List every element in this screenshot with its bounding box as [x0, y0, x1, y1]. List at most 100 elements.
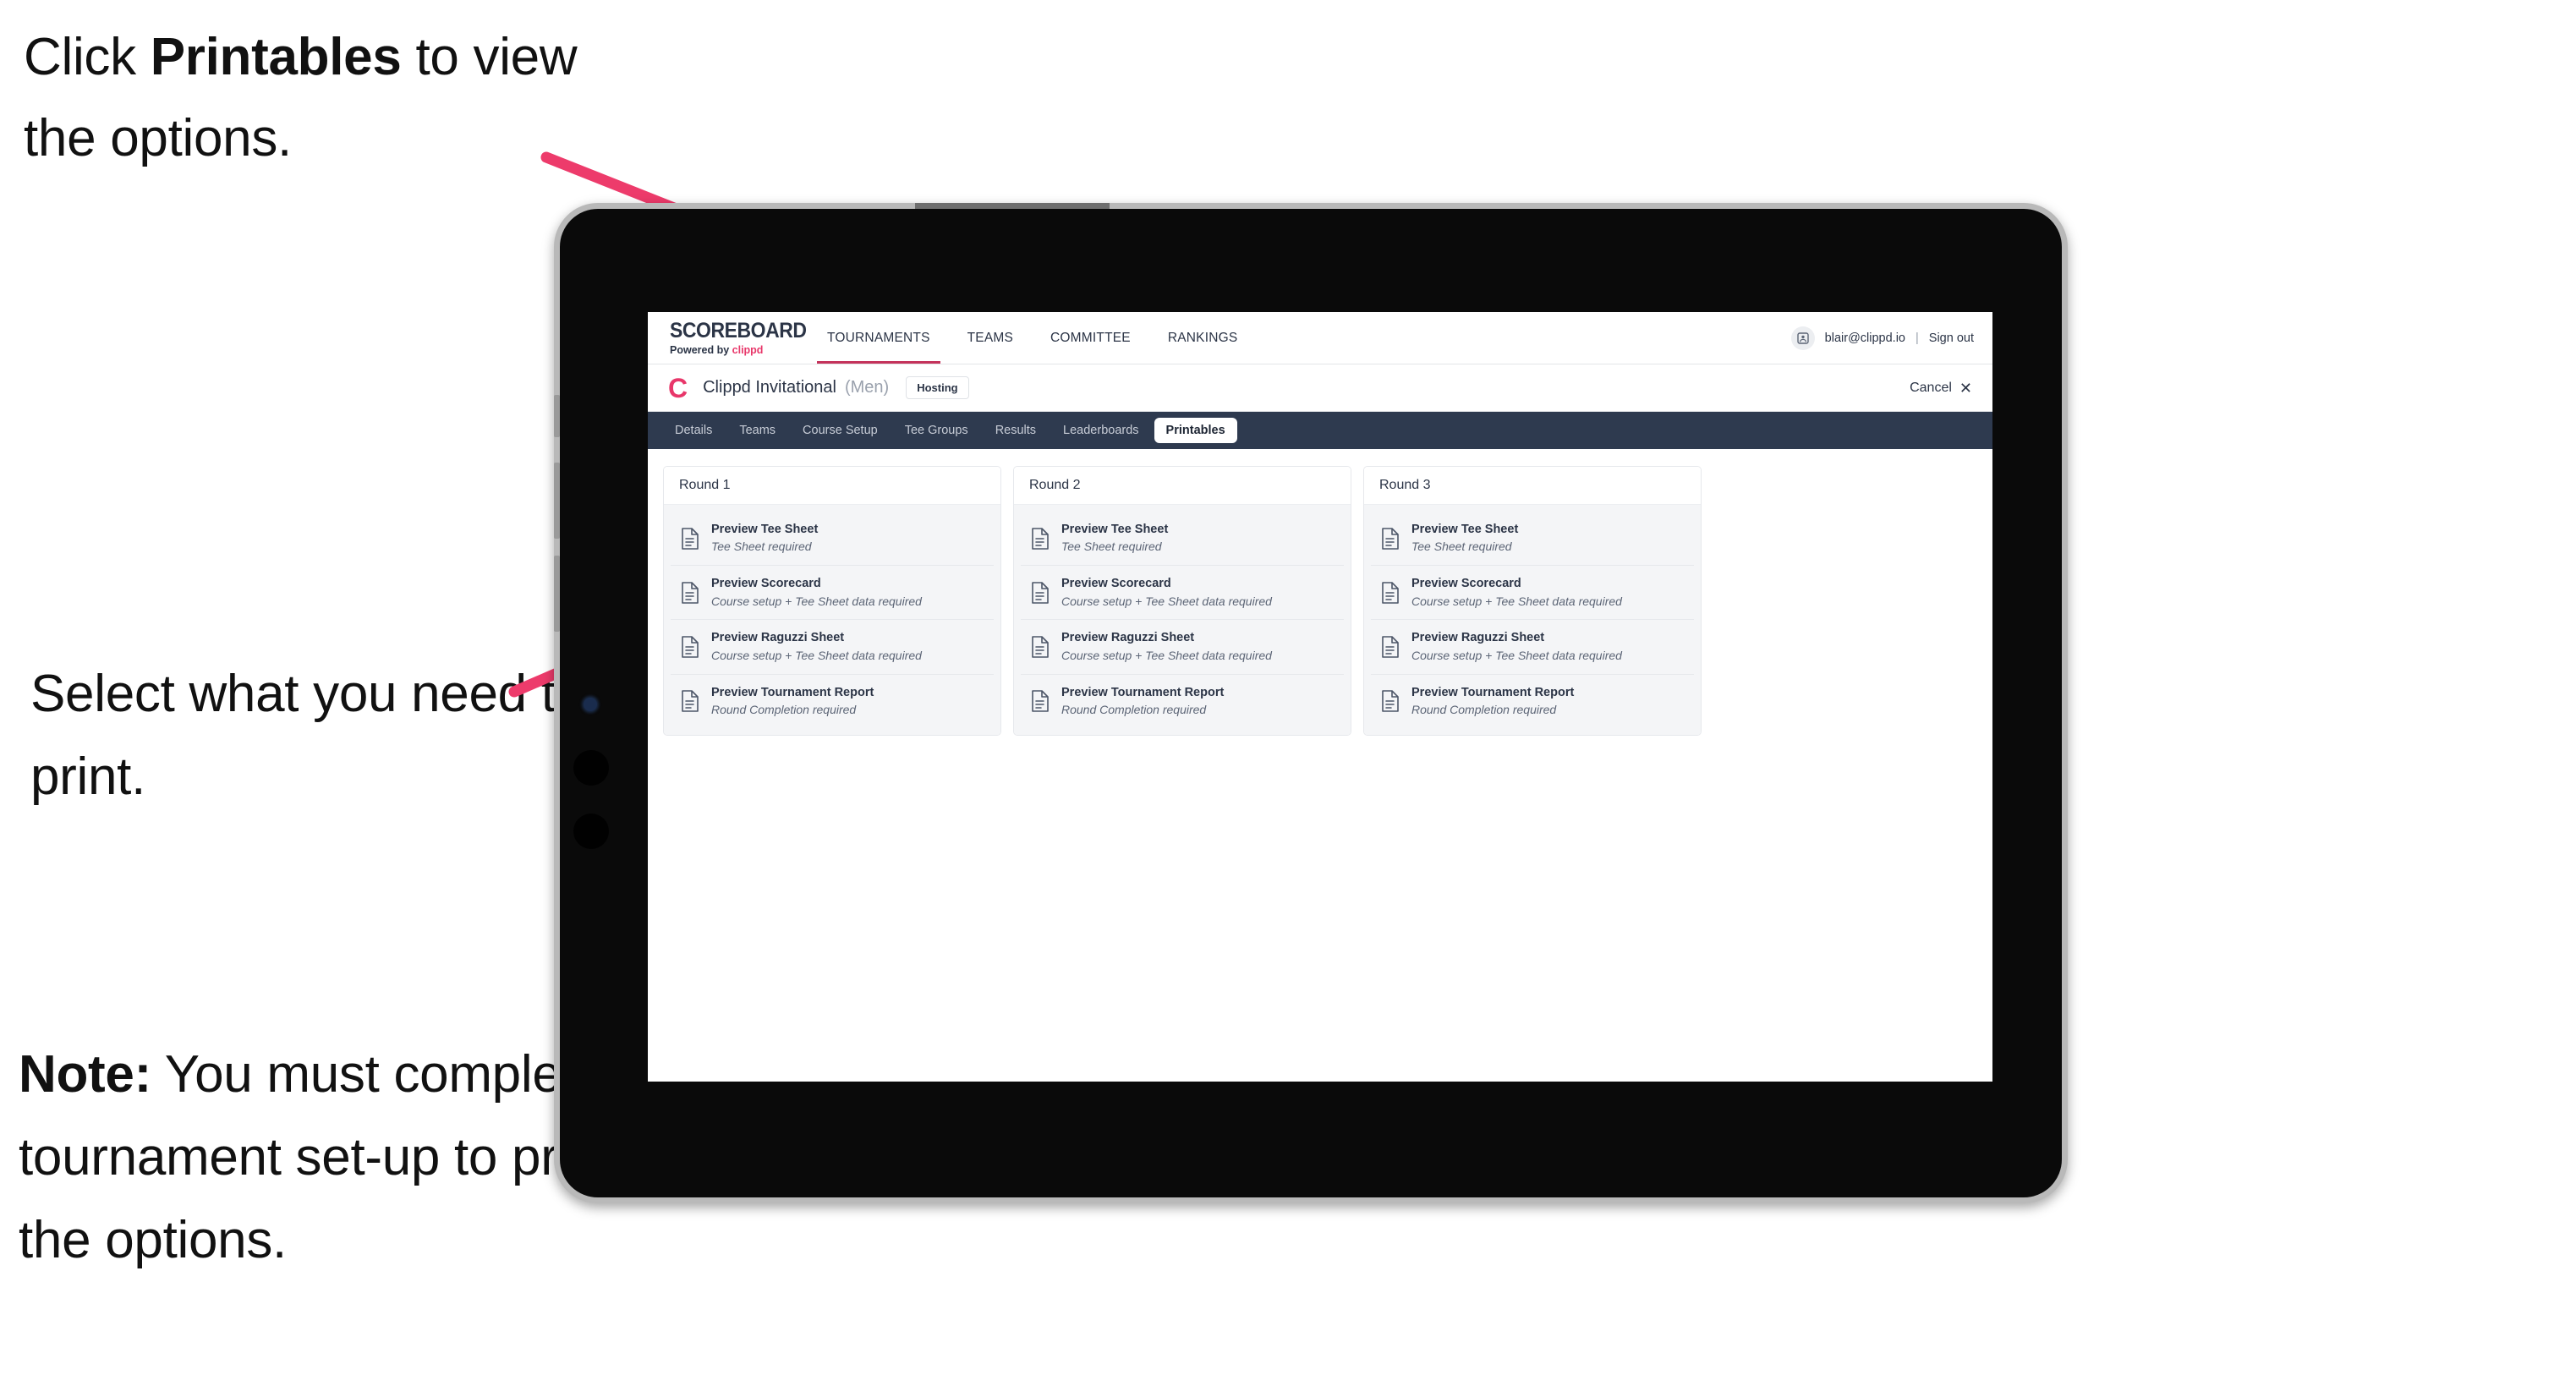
account-separator: | — [1916, 331, 1919, 345]
document-icon — [1032, 690, 1049, 712]
list-item-text: Preview Tournament Report Round Completi… — [711, 686, 874, 717]
list-item-title: Preview Scorecard — [1411, 577, 1521, 591]
list-item-text: Preview Tournament Report Round Completi… — [1061, 686, 1224, 717]
cancel-label: Cancel — [1910, 380, 1952, 395]
list-item-title: Preview Scorecard — [711, 577, 821, 591]
list-item[interactable]: Preview Scorecard Course setup + Tee She… — [1371, 566, 1694, 621]
brand-powered-prefix: Powered by — [670, 343, 732, 356]
tab-leaderboards[interactable]: Leaderboards — [1051, 418, 1151, 443]
printables-content: Round 1 Preview Tee Sheet Tee Sheet requ… — [648, 449, 1992, 1082]
document-icon — [1382, 690, 1399, 712]
topnav-item-teams[interactable]: TEAMS — [949, 312, 1032, 364]
list-item-text: Preview Raguzzi Sheet Course setup + Tee… — [711, 631, 922, 662]
list-item[interactable]: Preview Raguzzi Sheet Course setup + Tee… — [1371, 620, 1694, 675]
top-navigation-bar: SCOREBOARD Powered by clippd TOURNAMENTS… — [648, 312, 1992, 364]
list-item-subtitle: Course setup + Tee Sheet data required — [711, 648, 922, 662]
round-1-header: Round 1 — [664, 467, 1000, 505]
round-card-1: Round 1 Preview Tee Sheet Tee Sheet requ… — [663, 466, 1001, 736]
list-item-text: Preview Scorecard Course setup + Tee She… — [1061, 577, 1272, 608]
round-1-items: Preview Tee Sheet Tee Sheet required Pre… — [664, 505, 1000, 735]
cancel-button[interactable]: Cancel ✕ — [1910, 381, 1972, 396]
clippd-logo-icon: C — [668, 372, 688, 403]
tablet-device-frame: SCOREBOARD Powered by clippd TOURNAMENTS… — [554, 203, 2068, 1203]
list-item[interactable]: Preview Tournament Report Round Completi… — [1021, 674, 1344, 728]
list-item-title: Preview Tournament Report — [1061, 685, 1225, 699]
list-item-title: Preview Tee Sheet — [1061, 523, 1169, 536]
list-item[interactable]: Preview Raguzzi Sheet Course setup + Tee… — [1021, 620, 1344, 675]
tablet-side-button-top[interactable] — [554, 395, 560, 437]
list-item[interactable]: Preview Tournament Report Round Completi… — [671, 674, 994, 728]
tablet-volume-down-button[interactable] — [554, 556, 560, 632]
document-icon — [1382, 636, 1399, 658]
document-icon — [682, 527, 699, 550]
document-icon — [1032, 581, 1049, 604]
list-item[interactable]: Preview Tee Sheet Tee Sheet required — [1021, 512, 1344, 567]
list-item-subtitle: Tee Sheet required — [1411, 540, 1512, 554]
round-card-2: Round 2 Preview Tee Sheet Tee Sheet requ… — [1013, 466, 1351, 736]
close-icon: ✕ — [1959, 379, 1972, 397]
list-item-text: Preview Tournament Report Round Completi… — [1411, 686, 1574, 717]
list-item-title: Preview Scorecard — [1061, 577, 1171, 591]
scoreboard-logo[interactable]: SCOREBOARD Powered by clippd — [648, 312, 808, 364]
topnav-item-rankings[interactable]: RANKINGS — [1149, 312, 1257, 364]
document-icon — [1032, 636, 1049, 658]
list-item-text: Preview Tee Sheet Tee Sheet required — [1411, 523, 1518, 554]
round-card-3: Round 3 Preview Tee Sheet Tee Sheet requ… — [1363, 466, 1702, 736]
app-screen: SCOREBOARD Powered by clippd TOURNAMENTS… — [648, 312, 1992, 1082]
tab-tee-groups[interactable]: Tee Groups — [893, 418, 980, 443]
topnav-item-tournaments[interactable]: TOURNAMENTS — [808, 312, 949, 364]
top-navigation-items: TOURNAMENTS TEAMS COMMITTEE RANKINGS — [808, 312, 1256, 364]
list-item-text: Preview Tee Sheet Tee Sheet required — [1061, 523, 1168, 554]
list-item-subtitle: Course setup + Tee Sheet data required — [711, 594, 922, 608]
tablet-bezel-button-2[interactable] — [573, 814, 609, 849]
annotation-note-bold: Note: — [19, 1045, 151, 1104]
list-item-subtitle: Course setup + Tee Sheet data required — [1411, 594, 1622, 608]
list-item-subtitle: Round Completion required — [711, 702, 857, 716]
screenshot-canvas: Click Printables to view the options. Se… — [0, 0, 2576, 1386]
brand-title: SCOREBOARD — [670, 318, 807, 342]
annotation-click-bold: Printables — [150, 28, 402, 86]
document-icon — [682, 690, 699, 712]
list-item-title: Preview Raguzzi Sheet — [1411, 631, 1545, 645]
tablet-top-speaker — [915, 203, 1110, 209]
list-item-subtitle: Course setup + Tee Sheet data required — [1061, 594, 1272, 608]
avatar[interactable] — [1790, 326, 1815, 350]
list-item-text: Preview Tee Sheet Tee Sheet required — [711, 523, 818, 554]
tab-results[interactable]: Results — [984, 418, 1048, 443]
list-item-text: Preview Raguzzi Sheet Course setup + Tee… — [1411, 631, 1622, 662]
sign-out-button[interactable]: Sign out — [1929, 331, 1974, 345]
tournament-name: Clippd Invitational — [703, 378, 836, 397]
tab-teams[interactable]: Teams — [727, 418, 787, 443]
document-icon — [1382, 581, 1399, 604]
topnav-item-committee[interactable]: COMMITTEE — [1032, 312, 1149, 364]
list-item[interactable]: Preview Tee Sheet Tee Sheet required — [1371, 512, 1694, 567]
list-item-title: Preview Tee Sheet — [711, 523, 819, 536]
tournament-gender: (Men) — [844, 378, 890, 397]
tablet-bezel-button-1[interactable] — [573, 750, 609, 786]
document-icon — [1382, 527, 1399, 550]
list-item[interactable]: Preview Tee Sheet Tee Sheet required — [671, 512, 994, 567]
list-item-title: Preview Tournament Report — [711, 685, 874, 699]
account-area: blair@clippd.io | Sign out — [1790, 312, 1992, 364]
round-2-items: Preview Tee Sheet Tee Sheet required Pre… — [1014, 505, 1351, 735]
tournament-header-bar: C Clippd Invitational (Men) Hosting Canc… — [648, 364, 1992, 412]
list-item-subtitle: Course setup + Tee Sheet data required — [1411, 648, 1622, 662]
tablet-volume-up-button[interactable] — [554, 463, 560, 539]
document-icon — [682, 636, 699, 658]
status-badge: Hosting — [906, 376, 969, 399]
list-item[interactable]: Preview Scorecard Course setup + Tee She… — [671, 566, 994, 621]
list-item-title: Preview Tournament Report — [1411, 685, 1575, 699]
tab-course-setup[interactable]: Course Setup — [791, 418, 890, 443]
list-item[interactable]: Preview Raguzzi Sheet Course setup + Tee… — [671, 620, 994, 675]
annotation-click-printables: Click Printables to view the options. — [24, 17, 616, 179]
list-item[interactable]: Preview Scorecard Course setup + Tee She… — [1021, 566, 1344, 621]
list-item-subtitle: Round Completion required — [1411, 702, 1557, 716]
tab-strip: Details Teams Course Setup Tee Groups Re… — [648, 412, 1992, 449]
list-item-title: Preview Raguzzi Sheet — [1061, 631, 1195, 645]
list-item-subtitle: Course setup + Tee Sheet data required — [1061, 648, 1272, 662]
tab-details[interactable]: Details — [663, 418, 724, 443]
list-item[interactable]: Preview Tournament Report Round Completi… — [1371, 674, 1694, 728]
list-item-title: Preview Raguzzi Sheet — [711, 631, 845, 645]
list-item-text: Preview Scorecard Course setup + Tee She… — [1411, 577, 1622, 608]
tab-printables[interactable]: Printables — [1154, 418, 1237, 443]
